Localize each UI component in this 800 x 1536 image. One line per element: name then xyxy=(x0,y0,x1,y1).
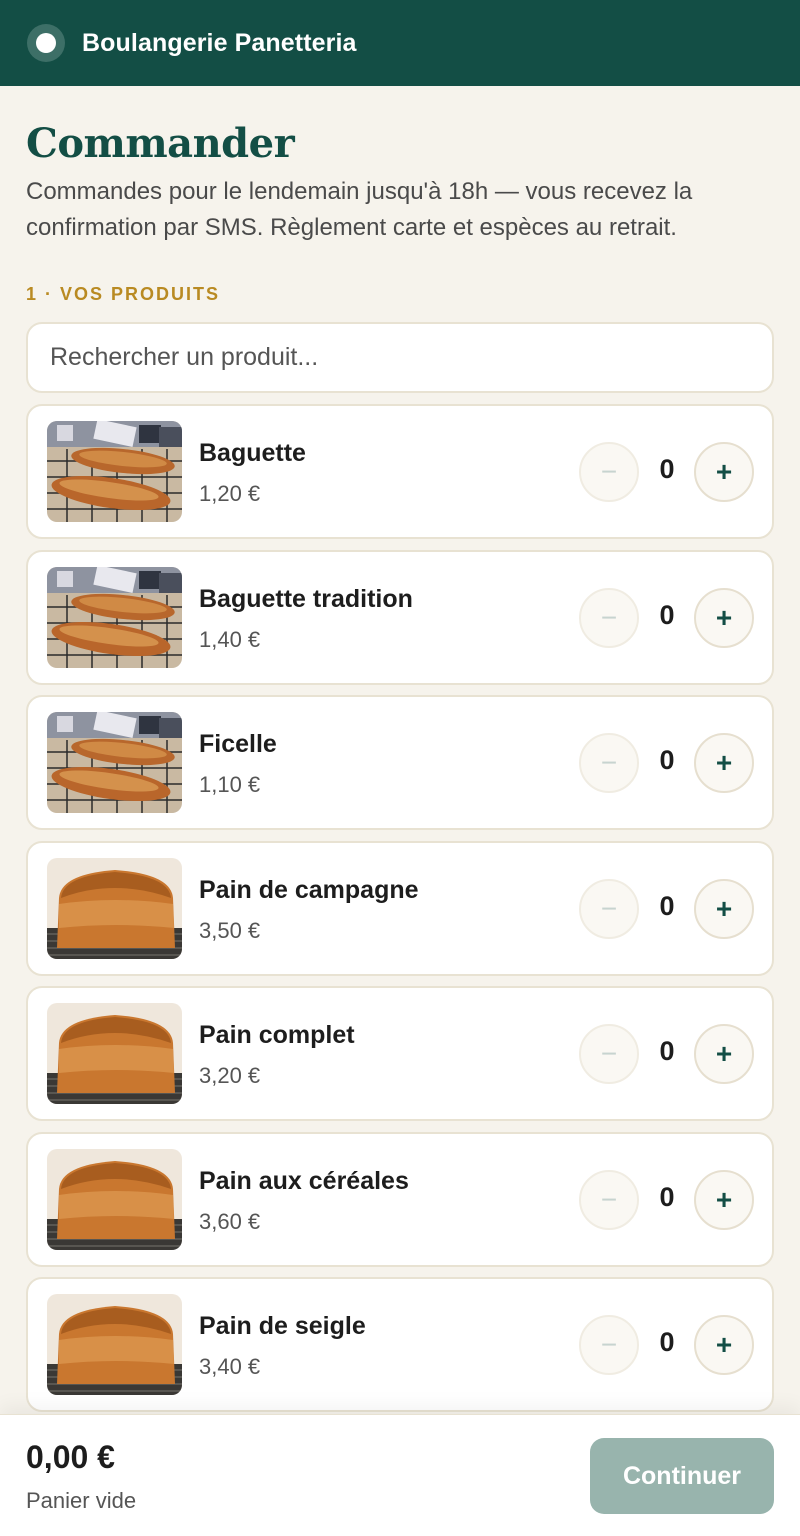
increase-quantity-button[interactable]: + xyxy=(694,442,754,502)
product-card: Pain de campagne 3,50 € − 0 + xyxy=(26,840,774,976)
product-price: 3,50 € xyxy=(199,917,261,943)
decrease-quantity-button[interactable]: − xyxy=(579,1024,639,1084)
cart-status: Panier vide xyxy=(26,1488,137,1513)
product-image xyxy=(47,857,182,959)
section-label: 1 · VOS PRODUITS xyxy=(26,284,221,304)
product-image xyxy=(47,1003,182,1104)
search-input[interactable] xyxy=(26,322,774,393)
decrease-quantity-button[interactable]: − xyxy=(579,733,639,793)
product-card: Ficelle 1,10 € − 0 + xyxy=(26,695,774,830)
quantity-value: 0 xyxy=(659,1181,675,1212)
page-title: Commander xyxy=(26,120,295,167)
product-price: 1,10 € xyxy=(199,772,261,797)
increase-quantity-button[interactable]: + xyxy=(694,1024,754,1084)
quantity-value: 0 xyxy=(659,454,675,484)
intro-text: Commandes pour le lendemain jusqu'à 18h … xyxy=(26,178,693,241)
product-name: Pain de campagne xyxy=(199,875,419,904)
product-name: Baguette xyxy=(199,439,306,467)
product-name: Pain de seigle xyxy=(199,1312,366,1340)
decrease-quantity-button[interactable]: − xyxy=(579,1315,639,1375)
quantity-value: 0 xyxy=(659,1327,675,1357)
product-list: Baguette 1,20 € − 0 + Baguette tradition… xyxy=(26,404,774,1423)
decrease-quantity-button[interactable]: − xyxy=(579,1169,639,1230)
decrease-quantity-button[interactable]: − xyxy=(579,587,639,648)
increase-quantity-button[interactable]: + xyxy=(694,878,754,939)
product-price: 3,40 € xyxy=(199,1354,261,1379)
continue-button[interactable]: Continuer xyxy=(590,1438,774,1514)
product-image xyxy=(47,1148,182,1250)
product-card: Baguette 1,20 € − 0 + xyxy=(26,404,774,539)
quantity-value: 0 xyxy=(659,890,675,921)
product-name: Baguette tradition xyxy=(199,584,413,613)
product-name: Ficelle xyxy=(199,730,277,758)
product-image xyxy=(47,421,182,522)
product-price: 1,40 € xyxy=(199,626,261,652)
product-price: 3,20 € xyxy=(199,1063,261,1088)
cart-footer: 0,00 € Panier vide Continuer xyxy=(0,1414,800,1536)
product-image xyxy=(47,712,182,813)
product-card: Baguette tradition 1,40 € − 0 + xyxy=(26,549,774,685)
product-price: 1,20 € xyxy=(199,481,261,506)
product-card: Pain complet 3,20 € − 0 + xyxy=(26,986,774,1121)
product-price: 3,60 € xyxy=(199,1208,261,1234)
product-image xyxy=(47,566,182,668)
quantity-value: 0 xyxy=(659,745,675,775)
product-name: Pain complet xyxy=(199,1021,355,1049)
product-card: Pain de seigle 3,40 € − 0 + xyxy=(26,1277,774,1412)
product-card: Pain aux céréales 3,60 € − 0 + xyxy=(26,1131,774,1267)
brand-name: Boulangerie Panetteria xyxy=(82,28,357,57)
product-name: Pain aux céréales xyxy=(199,1166,409,1195)
increase-quantity-button[interactable]: + xyxy=(694,1169,754,1230)
quantity-value: 0 xyxy=(659,599,675,630)
quantity-value: 0 xyxy=(659,1036,675,1066)
decrease-quantity-button[interactable]: − xyxy=(579,878,639,939)
circle-logo-icon xyxy=(27,24,65,62)
decrease-quantity-button[interactable]: − xyxy=(579,442,639,502)
increase-quantity-button[interactable]: + xyxy=(694,587,754,648)
product-image xyxy=(47,1294,182,1395)
increase-quantity-button[interactable]: + xyxy=(694,733,754,793)
cart-total: 0,00 € xyxy=(26,1439,115,1475)
app-header: Boulangerie Panetteria xyxy=(0,0,800,86)
increase-quantity-button[interactable]: + xyxy=(694,1315,754,1375)
